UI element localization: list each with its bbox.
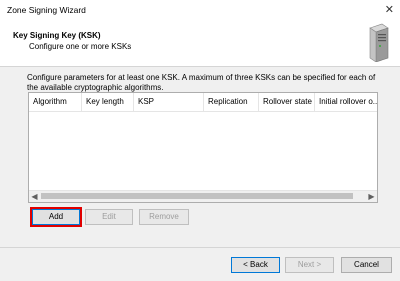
close-icon[interactable]: ✕ bbox=[385, 3, 394, 16]
description-text: Configure parameters for at least one KS… bbox=[27, 73, 376, 92]
list-header: Algorithm Key length KSP Replication Rol… bbox=[29, 93, 377, 112]
column-algorithm[interactable]: Algorithm bbox=[29, 93, 82, 111]
cancel-button[interactable]: Cancel bbox=[341, 257, 392, 273]
next-button[interactable]: Next > bbox=[285, 257, 334, 273]
add-button[interactable]: Add bbox=[30, 207, 82, 227]
ksk-list[interactable]: Algorithm Key length KSP Replication Rol… bbox=[28, 92, 378, 203]
column-initial-rollover[interactable]: Initial rollover o... bbox=[315, 93, 377, 111]
column-replication[interactable]: Replication bbox=[204, 93, 259, 111]
server-icon bbox=[369, 23, 389, 62]
remove-button[interactable]: Remove bbox=[139, 209, 189, 225]
scroll-right-icon[interactable]: ▶ bbox=[366, 191, 377, 202]
horizontal-scrollbar[interactable]: ◀ ▶ bbox=[29, 190, 377, 202]
wizard-header: Key Signing Key (KSK) Configure one or m… bbox=[0, 20, 400, 67]
back-button[interactable]: < Back bbox=[231, 257, 280, 273]
page-subtitle: Configure one or more KSKs bbox=[29, 42, 132, 51]
page-title: Key Signing Key (KSK) bbox=[13, 31, 101, 40]
window-title: Zone Signing Wizard bbox=[7, 5, 86, 15]
scroll-left-icon[interactable]: ◀ bbox=[29, 191, 40, 202]
scroll-thumb[interactable] bbox=[41, 193, 353, 199]
edit-button[interactable]: Edit bbox=[85, 209, 133, 225]
column-ksp[interactable]: KSP bbox=[134, 93, 204, 111]
column-rollover-state[interactable]: Rollover state bbox=[259, 93, 315, 111]
column-key-length[interactable]: Key length bbox=[82, 93, 134, 111]
wizard-footer bbox=[0, 247, 400, 281]
title-bar: Zone Signing Wizard ✕ bbox=[0, 0, 400, 20]
